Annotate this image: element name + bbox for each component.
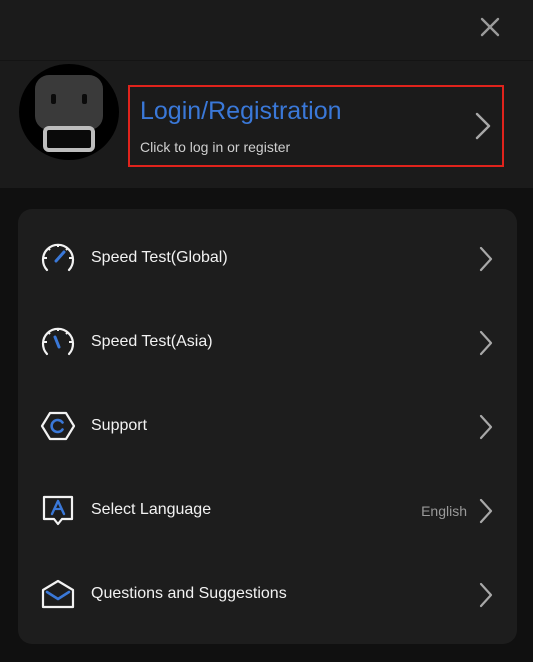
menu-item-label: Speed Test(Asia)	[91, 333, 213, 350]
menu-card: Speed Test(Global) Speed Test(Asia) Supp…	[18, 209, 517, 644]
chevron-right-icon	[479, 330, 493, 356]
login-title: Login/Registration	[140, 97, 342, 125]
login-subtitle: Click to log in or register	[140, 139, 291, 155]
menu-item-questions-suggestions[interactable]: Questions and Suggestions	[18, 545, 517, 629]
language-value: English	[421, 503, 467, 519]
menu-item-label: Select Language	[91, 501, 212, 518]
chevron-right-icon	[479, 246, 493, 272]
close-button[interactable]	[475, 12, 505, 42]
close-icon	[480, 17, 500, 37]
menu-item-select-language[interactable]: Select Language English	[18, 461, 517, 545]
top-bar	[0, 0, 533, 61]
chevron-right-icon	[475, 112, 491, 140]
menu-item-label: Questions and Suggestions	[91, 585, 287, 602]
account-menu-page: Login/Registration Click to log in or re…	[0, 0, 533, 662]
chevron-right-icon	[479, 582, 493, 608]
robot-avatar-icon	[35, 75, 103, 152]
avatar	[19, 64, 119, 160]
menu-item-speed-test-global[interactable]: Speed Test(Global)	[18, 209, 517, 293]
support-hexagon-icon	[40, 411, 76, 441]
menu-item-label: Speed Test(Global)	[91, 249, 228, 266]
profile-section: Login/Registration Click to log in or re…	[0, 61, 533, 188]
chevron-right-icon	[479, 498, 493, 524]
menu-item-label: Support	[91, 417, 148, 434]
login-registration-button[interactable]: Login/Registration Click to log in or re…	[128, 85, 504, 167]
speedometer-icon	[41, 327, 75, 356]
language-icon	[42, 495, 74, 526]
speedometer-icon	[41, 243, 75, 272]
menu-item-support[interactable]: Support	[18, 377, 517, 461]
envelope-icon	[41, 579, 75, 609]
menu-item-speed-test-asia[interactable]: Speed Test(Asia)	[18, 293, 517, 377]
chevron-right-icon	[479, 414, 493, 440]
